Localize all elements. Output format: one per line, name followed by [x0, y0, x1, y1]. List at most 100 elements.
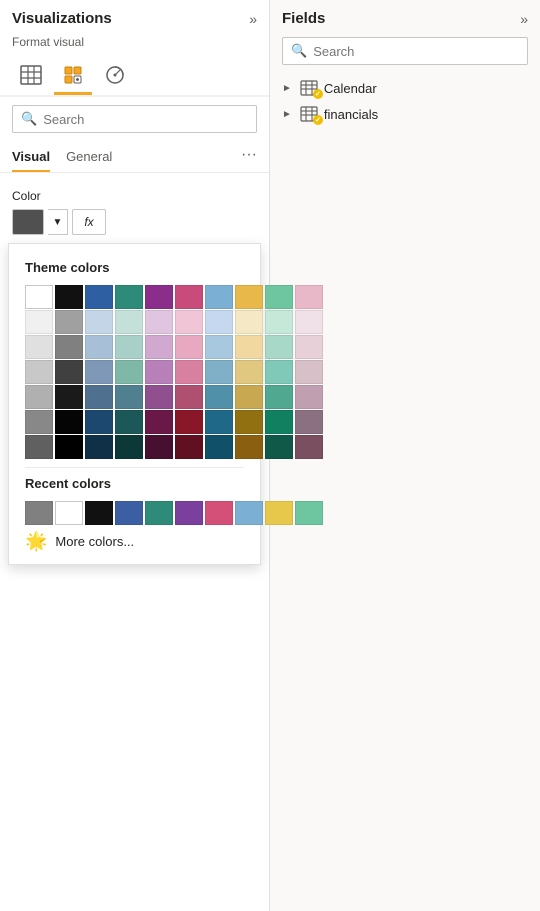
color-cell[interactable] — [115, 360, 143, 384]
color-cell[interactable] — [295, 410, 323, 434]
color-cell[interactable] — [265, 435, 293, 459]
color-cell[interactable] — [235, 410, 263, 434]
color-cell[interactable] — [145, 335, 173, 359]
color-cell[interactable] — [145, 435, 173, 459]
color-cell[interactable] — [115, 435, 143, 459]
color-cell[interactable] — [145, 310, 173, 334]
color-cell[interactable] — [175, 410, 203, 434]
color-cell[interactable] — [265, 285, 293, 309]
color-cell[interactable] — [115, 285, 143, 309]
color-cell-recent[interactable] — [265, 501, 293, 525]
field-item-calendar[interactable]: ► ✓ Calendar — [270, 75, 540, 101]
color-cell[interactable] — [235, 360, 263, 384]
color-cell[interactable] — [25, 410, 53, 434]
color-cell[interactable] — [115, 385, 143, 409]
color-cell[interactable] — [25, 435, 53, 459]
color-cell[interactable] — [145, 385, 173, 409]
icon-toolbar — [0, 57, 269, 97]
color-cell[interactable] — [295, 310, 323, 334]
color-cell[interactable] — [265, 385, 293, 409]
toolbar-table-icon[interactable] — [12, 57, 50, 95]
color-cell[interactable] — [55, 385, 83, 409]
fields-search-box: 🔍 — [282, 37, 528, 65]
color-cell[interactable] — [55, 310, 83, 334]
color-cell[interactable] — [85, 310, 113, 334]
color-cell[interactable] — [205, 335, 233, 359]
color-cell[interactable] — [235, 435, 263, 459]
color-cell[interactable] — [55, 435, 83, 459]
color-cell[interactable] — [115, 310, 143, 334]
color-cell[interactable] — [265, 310, 293, 334]
fields-search-input[interactable] — [313, 44, 519, 59]
color-cell[interactable] — [175, 335, 203, 359]
color-cell-recent[interactable] — [205, 501, 233, 525]
color-cell[interactable] — [55, 360, 83, 384]
color-cell[interactable] — [25, 285, 53, 309]
field-item-financials[interactable]: ► ✓ financials — [270, 101, 540, 127]
color-cell[interactable] — [295, 435, 323, 459]
color-cell[interactable] — [115, 410, 143, 434]
color-cell[interactable] — [205, 285, 233, 309]
color-cell-recent[interactable] — [85, 501, 113, 525]
color-cell[interactable] — [55, 285, 83, 309]
theme-colors-title: Theme colors — [25, 260, 244, 275]
color-cell[interactable] — [235, 385, 263, 409]
color-cell[interactable] — [85, 410, 113, 434]
color-cell-recent[interactable] — [235, 501, 263, 525]
color-cell[interactable] — [205, 360, 233, 384]
color-cell[interactable] — [295, 360, 323, 384]
color-cell[interactable] — [115, 335, 143, 359]
color-cell[interactable] — [25, 335, 53, 359]
color-cell[interactable] — [295, 385, 323, 409]
tabs-more-icon[interactable]: ··· — [241, 146, 257, 168]
more-colors-row[interactable]: 🌟 More colors... — [25, 525, 244, 556]
color-cell[interactable] — [265, 335, 293, 359]
color-cell[interactable] — [235, 335, 263, 359]
color-cell[interactable] — [25, 360, 53, 384]
color-cell[interactable] — [145, 410, 173, 434]
color-cell[interactable] — [235, 310, 263, 334]
color-cell[interactable] — [265, 360, 293, 384]
color-cell[interactable] — [85, 385, 113, 409]
color-cell[interactable] — [205, 410, 233, 434]
color-cell[interactable] — [145, 360, 173, 384]
left-search-input[interactable] — [43, 112, 248, 127]
color-cell[interactable] — [85, 285, 113, 309]
color-cell[interactable] — [145, 285, 173, 309]
color-cell[interactable] — [205, 435, 233, 459]
color-cell[interactable] — [175, 435, 203, 459]
color-cell[interactable] — [175, 385, 203, 409]
color-swatch-button[interactable] — [12, 209, 44, 235]
toolbar-analytics-icon[interactable] — [96, 57, 134, 95]
color-cell[interactable] — [25, 310, 53, 334]
color-cell[interactable] — [85, 335, 113, 359]
color-cell-recent[interactable] — [145, 501, 173, 525]
color-cell[interactable] — [295, 285, 323, 309]
theme-row-5 — [25, 385, 244, 409]
color-cell[interactable] — [265, 410, 293, 434]
color-cell[interactable] — [175, 285, 203, 309]
fields-expand-icon[interactable]: » — [520, 11, 528, 27]
tab-visual[interactable]: Visual — [12, 141, 50, 172]
color-cell[interactable] — [205, 385, 233, 409]
color-cell-recent[interactable] — [295, 501, 323, 525]
color-cell[interactable] — [295, 335, 323, 359]
color-cell[interactable] — [235, 285, 263, 309]
fx-button[interactable]: fx — [72, 209, 106, 235]
toolbar-format-icon[interactable] — [54, 57, 92, 95]
color-cell-recent[interactable] — [115, 501, 143, 525]
tab-general[interactable]: General — [66, 141, 112, 172]
color-cell[interactable] — [25, 385, 53, 409]
color-cell-recent[interactable] — [55, 501, 83, 525]
color-cell[interactable] — [55, 410, 83, 434]
color-dropdown-button[interactable]: ▼ — [48, 209, 68, 235]
color-cell[interactable] — [175, 310, 203, 334]
color-cell[interactable] — [85, 360, 113, 384]
color-cell-recent[interactable] — [25, 501, 53, 525]
color-cell[interactable] — [85, 435, 113, 459]
expand-icon[interactable]: » — [249, 11, 257, 27]
color-cell[interactable] — [55, 335, 83, 359]
color-cell-recent[interactable] — [175, 501, 203, 525]
color-cell[interactable] — [175, 360, 203, 384]
color-cell[interactable] — [205, 310, 233, 334]
